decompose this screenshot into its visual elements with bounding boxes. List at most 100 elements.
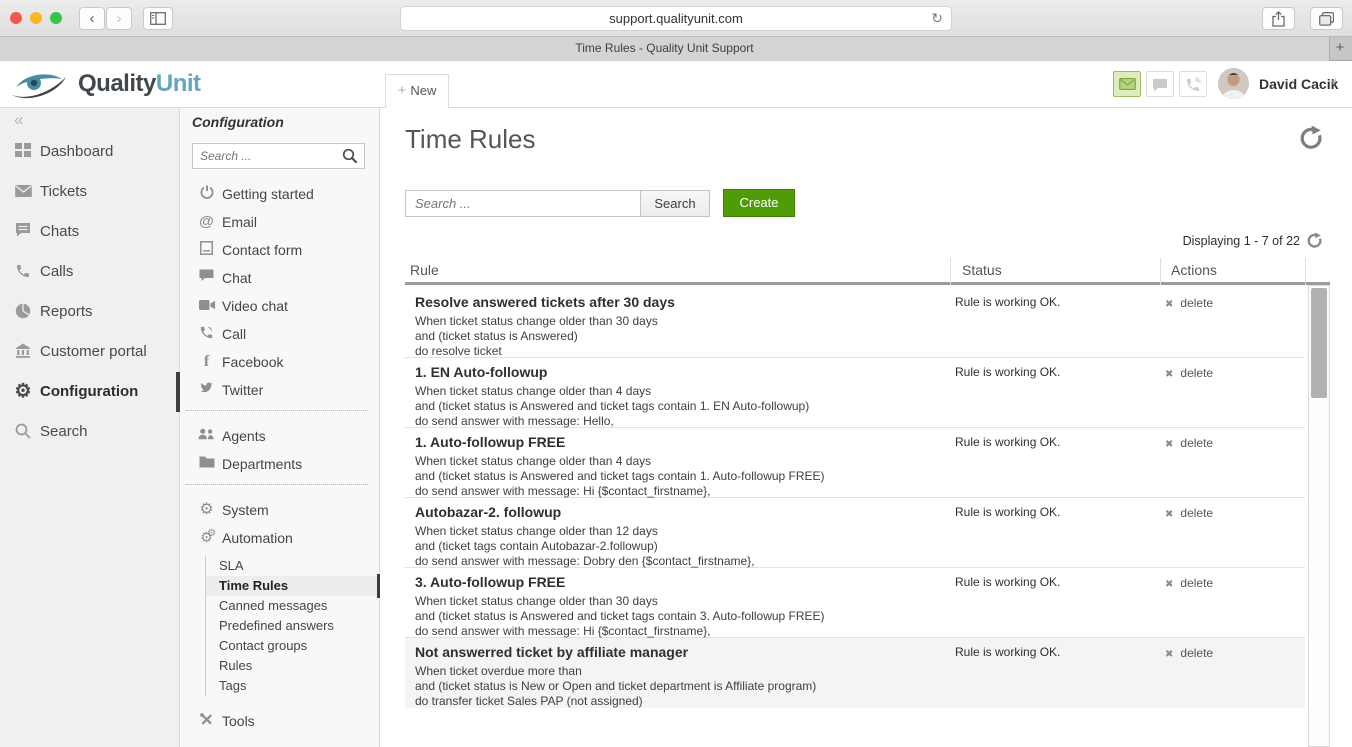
new-tab-button[interactable]: + (1330, 37, 1350, 61)
call-channel-button[interactable] (1179, 71, 1207, 97)
config-item-tools[interactable]: Tools (180, 707, 380, 735)
sidebar-item-chats[interactable]: Chats (0, 212, 180, 252)
subitem-tags[interactable]: Tags (206, 676, 380, 696)
tab-overview-button[interactable] (1310, 7, 1343, 30)
config-sidebar-title: Configuration (192, 114, 284, 130)
config-search-input[interactable] (200, 145, 335, 167)
scrollbar-thumb[interactable] (1311, 288, 1327, 398)
scrollbar-track[interactable] (1308, 285, 1330, 747)
maximize-window-button[interactable] (50, 12, 62, 24)
brand-unit: Unit (156, 70, 201, 97)
rule-action: do send answer with message: Hi {$contac… (415, 624, 711, 638)
config-item-video-chat[interactable]: Video chat (180, 292, 380, 320)
table-row[interactable]: 1. EN Auto-followup When ticket status c… (405, 358, 1305, 428)
sidebar-item-label: Customer portal (40, 343, 147, 360)
nav-sidebar: « Dashboard Tickets Chats (0, 108, 180, 747)
subitem-rules[interactable]: Rules (206, 656, 380, 676)
config-item-chat[interactable]: Chat (180, 264, 380, 292)
subitem-sla[interactable]: SLA (206, 556, 380, 576)
at-icon: @ (198, 213, 215, 230)
config-search-box[interactable] (192, 143, 365, 169)
share-button[interactable] (1262, 7, 1295, 30)
back-button[interactable]: ‹ (79, 7, 105, 30)
sidebar-item-dashboard[interactable]: Dashboard (0, 132, 180, 172)
delete-link[interactable]: delete (1180, 576, 1213, 590)
config-item-twitter[interactable]: Twitter (180, 376, 380, 404)
rule-condition: When ticket status change older than 30 … (415, 594, 658, 608)
rule-title[interactable]: Resolve answered tickets after 30 days (415, 294, 675, 310)
delete-x-icon[interactable]: ✖ (1165, 649, 1173, 660)
subitem-contact-groups[interactable]: Contact groups (206, 636, 380, 656)
subitem-label: Time Rules (219, 578, 288, 593)
config-item-facebook[interactable]: f Facebook (180, 348, 380, 376)
close-window-button[interactable] (10, 12, 22, 24)
minimize-window-button[interactable] (30, 12, 42, 24)
url-bar[interactable]: support.qualityunit.com ↻ (400, 6, 952, 31)
delete-x-icon[interactable]: ✖ (1165, 299, 1173, 310)
table-row[interactable]: 3. Auto-followup FREE When ticket status… (405, 568, 1305, 638)
table-row[interactable]: 1. Auto-followup FREE When ticket status… (405, 428, 1305, 498)
customer-portal-icon (13, 343, 33, 361)
user-avatar[interactable] (1218, 68, 1249, 99)
rule-status: Rule is working OK. (955, 295, 1060, 309)
sidebar-toggle-button[interactable] (143, 7, 173, 30)
user-name[interactable]: David Cacik (1259, 76, 1338, 92)
sidebar-item-calls[interactable]: Calls (0, 252, 180, 292)
rule-title[interactable]: Not answerred ticket by affiliate manage… (415, 644, 688, 660)
search-button[interactable]: Search (640, 190, 710, 217)
rule-title[interactable]: 3. Auto-followup FREE (415, 574, 565, 590)
sidebar-item-customer-portal[interactable]: Customer portal (0, 332, 180, 372)
column-header-actions[interactable]: Actions (1171, 262, 1217, 278)
browser-tab[interactable]: Time Rules - Quality Unit Support (0, 37, 1330, 61)
tools-icon (198, 712, 215, 729)
delete-link[interactable]: delete (1180, 646, 1213, 660)
list-refresh-button[interactable] (1306, 232, 1322, 248)
sidebar-item-configuration[interactable]: ⚙ Configuration (0, 372, 180, 412)
tabs-icon (1319, 12, 1334, 26)
sidebar-item-search[interactable]: Search (0, 412, 180, 452)
config-item-agents[interactable]: Agents (180, 422, 380, 450)
subitem-predefined-answers[interactable]: Predefined answers (206, 616, 380, 636)
subitem-canned-messages[interactable]: Canned messages (206, 596, 380, 616)
delete-link[interactable]: delete (1180, 366, 1213, 380)
delete-x-icon[interactable]: ✖ (1165, 369, 1173, 380)
rule-title[interactable]: Autobazar-2. followup (415, 504, 561, 520)
refresh-button[interactable] (1298, 125, 1324, 151)
sidebar-item-reports[interactable]: Reports (0, 292, 180, 332)
column-header-status[interactable]: Status (962, 262, 1002, 278)
forward-button[interactable]: › (106, 7, 132, 30)
delete-link[interactable]: delete (1180, 506, 1213, 520)
delete-x-icon[interactable]: ✖ (1165, 509, 1173, 520)
table-row[interactable]: Not answerred ticket by affiliate manage… (405, 638, 1305, 708)
config-item-contact-form[interactable]: Contact form (180, 236, 380, 264)
config-item-automation[interactable]: ⚙⚙ Automation (180, 524, 380, 552)
new-button[interactable]: +New (385, 74, 449, 108)
create-button[interactable]: Create (723, 189, 795, 217)
config-item-call[interactable]: Call (180, 320, 380, 348)
config-item-email[interactable]: @ Email (180, 208, 380, 236)
config-item-label: Agents (222, 428, 266, 444)
delete-x-icon[interactable]: ✖ (1165, 579, 1173, 590)
subitem-time-rules[interactable]: Time Rules (206, 576, 380, 596)
mail-channel-button[interactable] (1113, 71, 1141, 97)
collapse-sidebar-button[interactable]: « (14, 110, 23, 130)
reload-icon[interactable]: ↻ (931, 7, 943, 30)
delete-link[interactable]: delete (1180, 436, 1213, 450)
chevron-down-icon[interactable]: ∨ (1330, 77, 1337, 88)
rule-title[interactable]: 1. EN Auto-followup (415, 364, 547, 380)
table-row[interactable]: Autobazar-2. followup When ticket status… (405, 498, 1305, 568)
rule-title[interactable]: 1. Auto-followup FREE (415, 434, 565, 450)
config-item-departments[interactable]: Departments (180, 450, 380, 478)
sidebar-item-label: Chats (40, 223, 79, 240)
delete-x-icon[interactable]: ✖ (1165, 439, 1173, 450)
chat-channel-button[interactable] (1146, 71, 1174, 97)
config-item-getting-started[interactable]: Getting started (180, 180, 380, 208)
rule-action: do transfer ticket Sales PAP (not assign… (415, 694, 643, 708)
delete-link[interactable]: delete (1180, 296, 1213, 310)
table-row[interactable]: Resolve answered tickets after 30 days W… (405, 288, 1305, 358)
reports-icon (13, 303, 33, 321)
rules-search-input[interactable] (405, 190, 641, 217)
sidebar-item-tickets[interactable]: Tickets (0, 172, 180, 212)
config-item-system[interactable]: ⚙ System (180, 496, 380, 524)
column-header-rule[interactable]: Rule (410, 262, 439, 278)
